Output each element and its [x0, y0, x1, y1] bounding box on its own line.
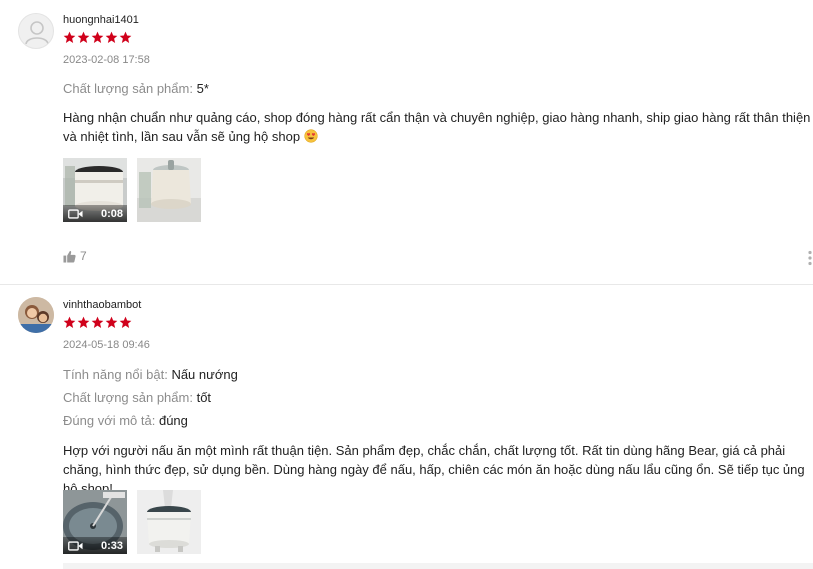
- attribute-quality: Chất lượng sản phẩm: tốt: [63, 390, 211, 405]
- video-duration: 0:08: [100, 207, 123, 220]
- review-item: huongnhai1401 2023-02-08 17:58 Chất lượn…: [0, 0, 813, 285]
- attribute-highlight: Tính năng nổi bật: Nấu nướng: [63, 367, 238, 382]
- review-media: 0:08: [63, 158, 201, 222]
- like-count: 7: [80, 249, 87, 263]
- star-icon: [91, 31, 104, 44]
- attribute-label: Đúng với mô tả:: [63, 413, 156, 428]
- star-icon: [119, 316, 132, 329]
- attribute-quality: Chất lượng sản phẩm: 5*: [63, 81, 209, 96]
- like-button[interactable]: 7: [63, 249, 87, 263]
- review-date: 2023-02-08 17:58: [63, 54, 150, 66]
- video-camera-icon: [68, 208, 83, 219]
- more-vertical-icon[interactable]: [807, 250, 813, 266]
- review-date: 2024-05-18 09:46: [63, 339, 150, 351]
- star-icon: [91, 316, 104, 329]
- review-image-thumbnail[interactable]: [137, 490, 201, 554]
- rating-stars: [63, 316, 132, 329]
- attribute-label: Tính năng nổi bật:: [63, 367, 168, 382]
- avatar[interactable]: [18, 13, 54, 49]
- star-icon: [105, 316, 118, 329]
- review-username: huongnhai1401: [63, 14, 139, 26]
- review-text-content: Hàng nhận chuẩn như quảng cáo, shop đóng…: [63, 110, 811, 144]
- product-photo: [137, 490, 201, 554]
- star-icon: [119, 31, 132, 44]
- thumbs-up-icon: [63, 250, 76, 263]
- avatar[interactable]: [18, 297, 54, 333]
- attribute-label: Chất lượng sản phẩm:: [63, 81, 193, 96]
- user-placeholder-icon: [25, 21, 49, 45]
- star-icon: [77, 31, 90, 44]
- star-icon: [63, 31, 76, 44]
- attribute-label: Chất lượng sản phẩm:: [63, 390, 193, 405]
- star-icon: [105, 31, 118, 44]
- review-video-thumbnail[interactable]: 0:08: [63, 158, 127, 222]
- video-duration: 0:33: [100, 539, 123, 552]
- attribute-value: 5*: [196, 81, 209, 96]
- review-item: vinhthaobambot 2024-05-18 09:46 Tính năn…: [0, 285, 813, 569]
- rating-stars: [63, 31, 132, 44]
- star-icon: [63, 316, 76, 329]
- user-photo-avatar: [18, 297, 54, 333]
- review-image-thumbnail[interactable]: [137, 158, 201, 222]
- product-photo: [137, 158, 201, 222]
- attribute-as-described: Đúng với mô tả: đúng: [63, 413, 188, 428]
- video-camera-icon: [68, 540, 83, 551]
- video-overlay: 0:08: [63, 205, 127, 222]
- attribute-value: đúng: [158, 413, 188, 428]
- attribute-value: tốt: [196, 390, 212, 405]
- review-video-thumbnail[interactable]: 0:33: [63, 490, 127, 554]
- footer-divider: [63, 563, 813, 569]
- heart-eyes-emoji: [304, 129, 318, 143]
- attribute-value: Nấu nướng: [171, 367, 238, 382]
- review-media: 0:33: [63, 490, 201, 554]
- video-overlay: 0:33: [63, 537, 127, 554]
- star-icon: [77, 316, 90, 329]
- review-username: vinhthaobambot: [63, 299, 142, 311]
- review-text: Hàng nhận chuẩn như quảng cáo, shop đóng…: [63, 108, 811, 146]
